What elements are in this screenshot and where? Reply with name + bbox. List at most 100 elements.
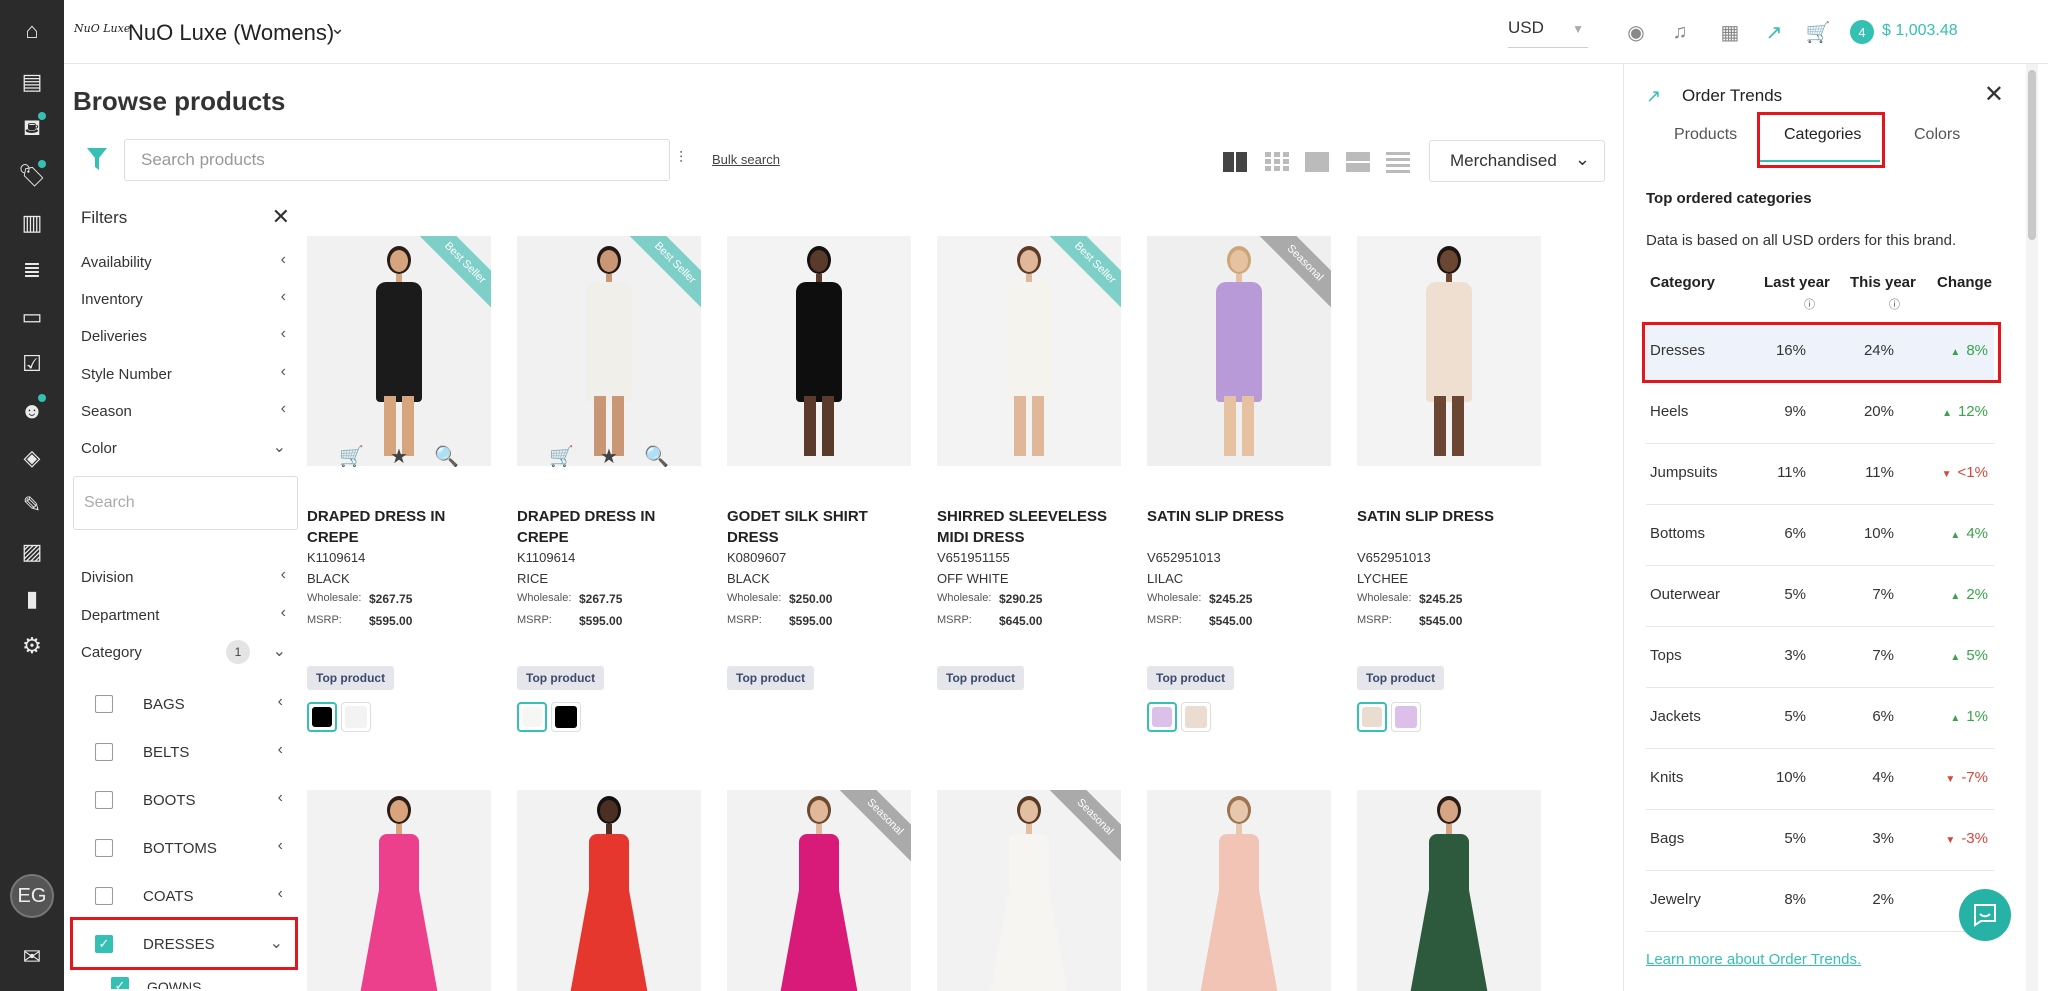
- trend-row[interactable]: Tops 3% 7% ▲ 5%: [1646, 627, 1994, 688]
- single-view-icon[interactable]: [1304, 151, 1330, 173]
- checkbox[interactable]: [95, 839, 113, 857]
- product-image[interactable]: Seasonal: [1147, 236, 1331, 466]
- avatar[interactable]: EG: [10, 874, 54, 918]
- sliders-icon[interactable]: ⫶: [679, 150, 683, 168]
- trend-row[interactable]: Bags 5% 3% ▼ -3%: [1646, 810, 1994, 871]
- category-option-coats[interactable]: COATS ‹: [95, 881, 295, 911]
- grid-small-icon[interactable]: [1264, 151, 1290, 173]
- checkbox-checked[interactable]: ✓: [111, 977, 129, 989]
- filter-season[interactable]: Season ‹: [81, 396, 286, 426]
- grid-large-icon[interactable]: [1222, 151, 1248, 173]
- trend-row[interactable]: Heels 9% 20% ▲ 12%: [1646, 383, 1994, 444]
- color-swatch[interactable]: [1357, 702, 1387, 732]
- checklist-icon[interactable]: ☑: [17, 349, 47, 379]
- category-option-bottoms[interactable]: BOTTOMS ‹: [95, 833, 295, 863]
- checkbox[interactable]: [95, 887, 113, 905]
- trending-icon[interactable]: ↗: [1760, 18, 1788, 46]
- product-name[interactable]: DRAPED DRESS IN CREPE: [307, 506, 497, 548]
- store-icon[interactable]: ▤: [17, 67, 47, 97]
- color-swatch[interactable]: [1391, 702, 1421, 732]
- checkbox[interactable]: [95, 791, 113, 809]
- learn-more-link[interactable]: Learn more about Order Trends.: [1646, 951, 1861, 968]
- trend-row[interactable]: Outerwear 5% 7% ▲ 2%: [1646, 566, 1994, 627]
- product-image[interactable]: [307, 790, 491, 991]
- category-option-bags[interactable]: BAGS ‹: [95, 689, 295, 719]
- trend-row[interactable]: Jackets 5% 6% ▲ 1%: [1646, 688, 1994, 749]
- qr-code-icon[interactable]: ▦: [1716, 18, 1744, 46]
- trend-row[interactable]: Bottoms 6% 10% ▲ 4%: [1646, 505, 1994, 566]
- product-image[interactable]: [517, 790, 701, 991]
- close-icon[interactable]: ✕: [272, 204, 290, 230]
- chevron-down-icon[interactable]: ⌄: [330, 18, 345, 39]
- presentation-icon[interactable]: ▭: [17, 302, 47, 332]
- product-image[interactable]: [727, 236, 911, 466]
- bulk-search-link[interactable]: Bulk search: [712, 152, 780, 167]
- chat-button[interactable]: [1959, 889, 2011, 941]
- box-icon[interactable]: ◈: [17, 443, 47, 473]
- tab-products[interactable]: Products: [1674, 126, 1737, 144]
- checkbox[interactable]: [95, 743, 113, 761]
- color-swatch[interactable]: [341, 702, 371, 732]
- orders-icon[interactable]: ≣: [17, 255, 47, 285]
- category-option-boots[interactable]: BOOTS ‹: [95, 785, 295, 815]
- add-to-cart-icon[interactable]: 🛒: [549, 444, 574, 474]
- checkbox[interactable]: [95, 695, 113, 713]
- cart-icon[interactable]: 🛒: [1804, 18, 1832, 46]
- category-option-gowns[interactable]: ✓ GOWNS: [111, 977, 311, 989]
- color-swatch[interactable]: [307, 702, 337, 732]
- filter-style-number[interactable]: Style Number ‹: [81, 359, 286, 389]
- product-image[interactable]: [1147, 790, 1331, 991]
- color-swatch[interactable]: [551, 702, 581, 732]
- bell-icon[interactable]: ♫: [1666, 18, 1694, 46]
- home-icon[interactable]: ⌂: [17, 16, 47, 46]
- brand-selector[interactable]: NuO Luxe (Womens): [128, 20, 334, 46]
- filter-icon[interactable]: [86, 146, 108, 172]
- scrollbar-thumb[interactable]: [2028, 70, 2036, 240]
- product-image[interactable]: Best Seller: [307, 236, 491, 466]
- eye-icon[interactable]: ◉: [1622, 18, 1650, 46]
- filter-department[interactable]: Department ‹: [81, 600, 286, 630]
- product-name[interactable]: SATIN SLIP DRESS: [1357, 506, 1547, 527]
- filter-division[interactable]: Division ‹: [81, 562, 286, 592]
- product-name[interactable]: SHIRRED SLEEVELESS MIDI DRESS: [937, 506, 1127, 548]
- campaign-icon[interactable]: ✎: [17, 490, 47, 520]
- product-image[interactable]: [1357, 790, 1541, 991]
- rows-view-icon[interactable]: [1345, 151, 1371, 173]
- sort-select[interactable]: Merchandised ⌄: [1429, 140, 1605, 182]
- trend-row[interactable]: Knits 10% 4% ▼ -7%: [1646, 749, 1994, 810]
- tab-colors[interactable]: Colors: [1914, 126, 1960, 144]
- info-icon[interactable]: ⓘ: [1889, 296, 1900, 312]
- trend-row[interactable]: Jewelry8%2%▼: [1646, 871, 1994, 932]
- filter-category[interactable]: Category 1 ⌄: [81, 637, 286, 667]
- catalog-icon[interactable]: ▥: [17, 208, 47, 238]
- product-image[interactable]: Seasonal: [937, 790, 1121, 991]
- star-icon[interactable]: ★: [390, 444, 408, 474]
- zoom-icon[interactable]: 🔍: [434, 444, 459, 474]
- info-icon[interactable]: ⓘ: [1804, 296, 1815, 312]
- list-view-icon[interactable]: [1385, 151, 1411, 173]
- color-swatch[interactable]: [1147, 702, 1177, 732]
- close-icon[interactable]: ✕: [1984, 80, 2004, 109]
- product-image[interactable]: Best Seller: [937, 236, 1121, 466]
- zoom-icon[interactable]: 🔍: [644, 444, 669, 474]
- gallery-icon[interactable]: ▨: [17, 537, 47, 567]
- add-to-cart-icon[interactable]: 🛒: [339, 444, 364, 474]
- scrollbar[interactable]: [2026, 64, 2038, 991]
- currency-select[interactable]: USD ▼: [1508, 18, 1588, 48]
- product-name[interactable]: GODET SILK SHIRT DRESS: [727, 506, 917, 548]
- filter-deliveries[interactable]: Deliveries ‹: [81, 321, 286, 351]
- gear-icon[interactable]: ⚙: [17, 631, 47, 661]
- filter-color[interactable]: Color ⌄: [81, 433, 286, 463]
- product-image[interactable]: [1357, 236, 1541, 466]
- cart-total[interactable]: $ 1,003.48: [1882, 22, 1958, 40]
- trend-row[interactable]: Jumpsuits 11% 11% ▼ <1%: [1646, 444, 1994, 505]
- star-icon[interactable]: ★: [600, 444, 618, 474]
- color-search-input[interactable]: Search: [73, 476, 298, 530]
- color-swatch[interactable]: [517, 702, 547, 732]
- product-name[interactable]: SATIN SLIP DRESS: [1147, 506, 1337, 527]
- search-input[interactable]: Search products: [124, 139, 670, 181]
- filter-availability[interactable]: Availability ‹: [81, 247, 286, 277]
- product-image[interactable]: Best Seller: [517, 236, 701, 466]
- filter-inventory[interactable]: Inventory ‹: [81, 284, 286, 314]
- category-option-belts[interactable]: BELTS ‹: [95, 737, 295, 767]
